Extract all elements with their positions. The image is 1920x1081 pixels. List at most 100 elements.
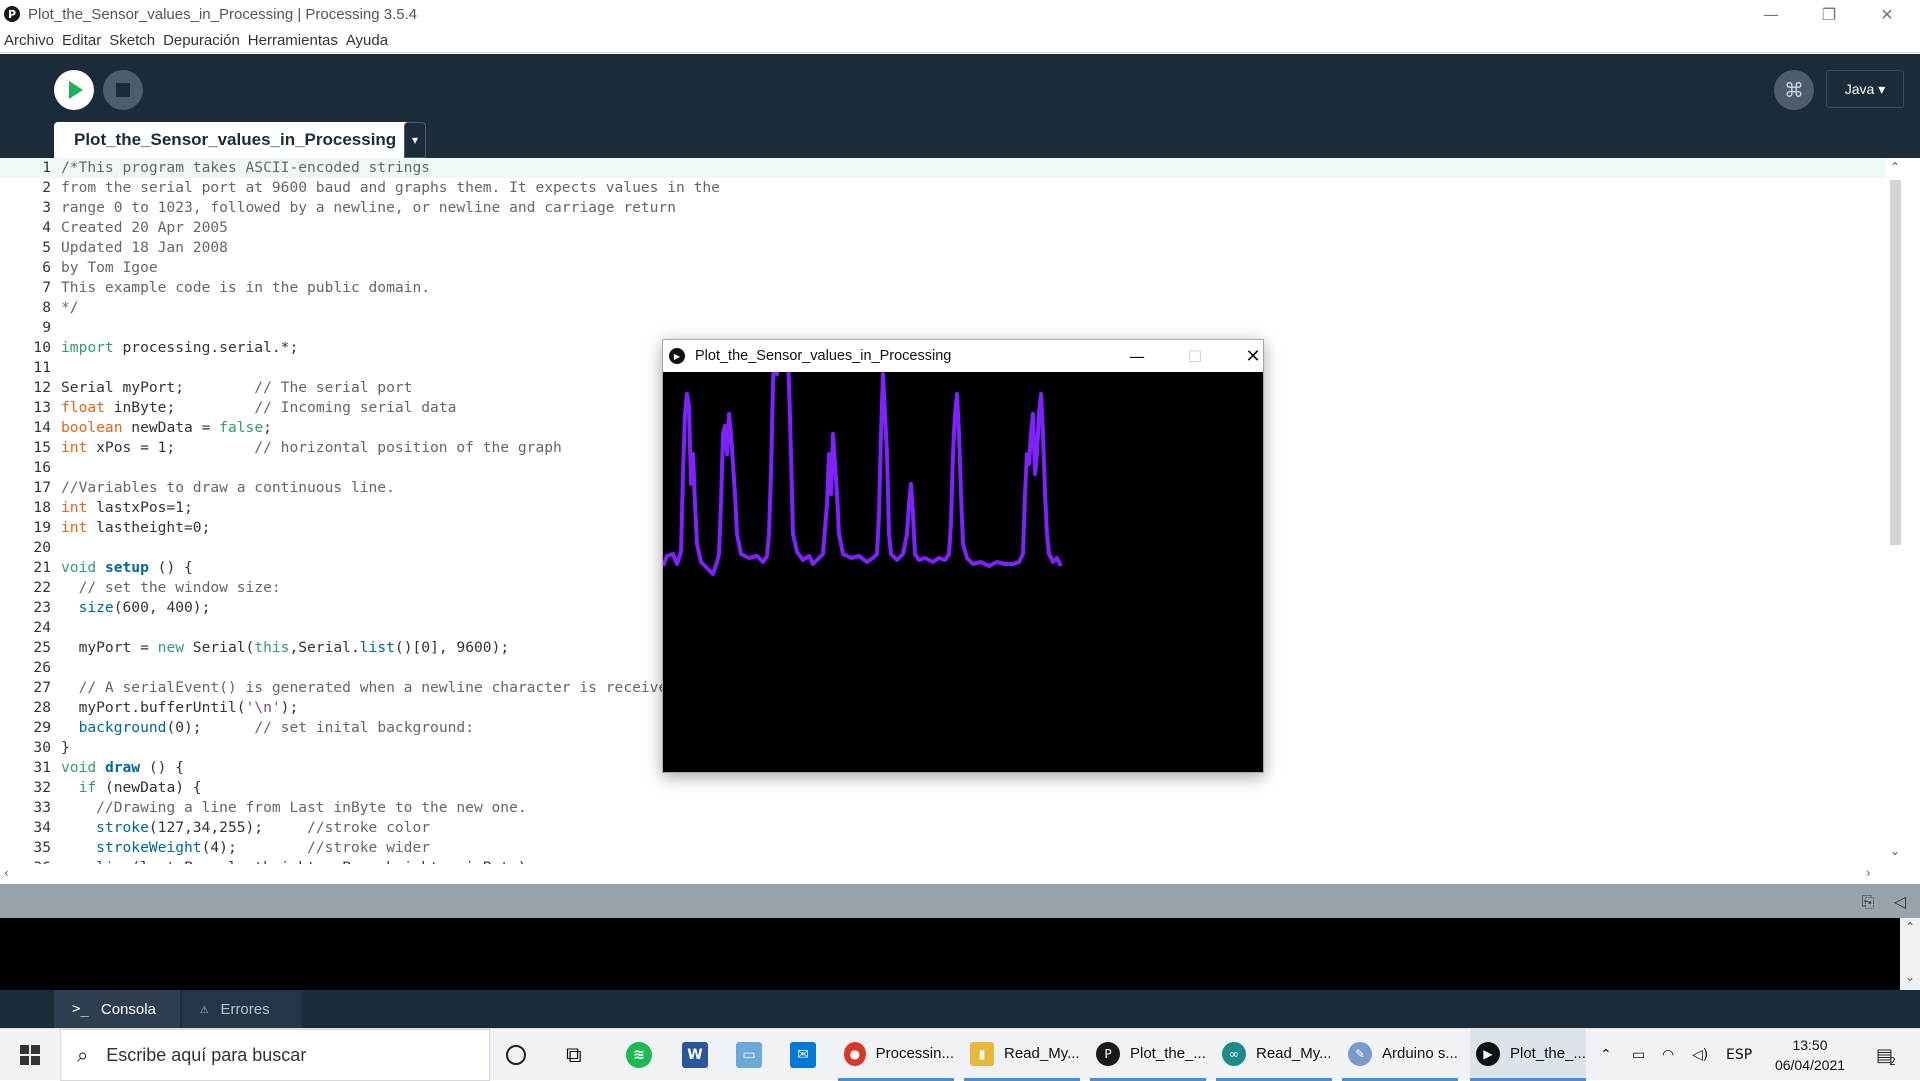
code-line[interactable]: 33 //Drawing a line from Last inByte to … <box>0 798 1886 818</box>
tab-menu-button[interactable]: ▾ <box>404 122 426 158</box>
menu-depuracion[interactable]: Depuración <box>159 32 244 49</box>
taskbar-search[interactable]: ⌕ Escribe aquí para buscar <box>60 1029 490 1081</box>
code-token: ; <box>263 419 272 436</box>
mail-icon[interactable]: ✉ <box>790 1029 816 1081</box>
code-token: int <box>61 439 88 456</box>
scroll-up-icon[interactable]: ⌃ <box>1890 160 1900 174</box>
task-view-icon[interactable]: ⧉ <box>566 1029 582 1081</box>
line-number: 8 <box>42 299 51 316</box>
code-token: lastxPos=1; <box>87 499 193 516</box>
taskbar-app-chrome[interactable]: ● Processin... <box>838 1029 954 1081</box>
code-line[interactable]: 9 <box>0 318 1886 338</box>
clock[interactable]: 13:50 06/04/2021 <box>1760 1035 1860 1075</box>
scroll-right-icon[interactable]: › <box>1866 866 1871 880</box>
scroll-down-icon[interactable]: ⌄ <box>1890 844 1900 858</box>
console-scrollbar[interactable]: ⌃ ⌄ <box>1900 918 1920 990</box>
line-number: 13 <box>33 399 51 416</box>
sketch-maximize-icon: ☐ <box>1187 346 1203 366</box>
code-token: Updated 18 Jan 2008 <box>61 239 228 256</box>
sketch-minimize-icon[interactable]: — <box>1117 340 1157 372</box>
code-token: () { <box>140 759 185 776</box>
console-scroll-up-icon[interactable]: ⌃ <box>1905 920 1915 934</box>
taskbar-app-explorer[interactable]: ▮ Read_My... <box>964 1029 1080 1081</box>
word-icon[interactable]: W <box>682 1029 708 1081</box>
menu-sketch[interactable]: Sketch <box>105 32 159 49</box>
code-token: () { <box>148 559 193 576</box>
folder-icon: ▮ <box>970 1041 994 1066</box>
code-token: background <box>78 719 167 736</box>
code-line[interactable]: 2 from the serial port at 9600 baud and g… <box>0 178 1886 198</box>
code-line[interactable]: 4 Created 20 Apr 2005 <box>0 218 1886 238</box>
menu-archivo[interactable]: Archivo <box>0 32 58 49</box>
minimize-icon[interactable]: — <box>1742 0 1800 28</box>
close-icon[interactable]: ✕ <box>1858 0 1916 28</box>
line-number: 2 <box>42 179 51 196</box>
code-token: //stroke color <box>307 819 431 836</box>
code-line[interactable]: 1 /*This program takes ASCII-encoded stri… <box>0 158 1886 178</box>
taskbar-app-sketch[interactable]: ▶ Plot_the_... <box>1470 1029 1586 1081</box>
scroll-left-icon[interactable]: ‹ <box>4 866 9 880</box>
code-token: if <box>78 779 97 796</box>
line-number: 21 <box>33 559 51 576</box>
editor-horizontal-scrollbar[interactable]: ‹ › <box>0 864 1904 884</box>
line-number: 10 <box>33 339 51 356</box>
wifi-icon[interactable]: ◠ <box>1662 1029 1674 1081</box>
code-line[interactable]: 8 */ <box>0 298 1886 318</box>
chrome-icon: ● <box>844 1041 866 1066</box>
stop-button[interactable] <box>103 70 143 110</box>
code-token: void <box>61 559 97 576</box>
menu-ayuda[interactable]: Ayuda <box>342 32 392 49</box>
menu-editar[interactable]: Editar <box>58 32 105 49</box>
taskbar-app-processing[interactable]: P Plot_the_... <box>1090 1029 1206 1081</box>
code-line[interactable]: 34 stroke(127,34,255); //stroke color <box>0 818 1886 838</box>
code-line[interactable]: 32 if (newData) { <box>0 778 1886 798</box>
battery-icon[interactable]: ▭ <box>1632 1029 1645 1081</box>
sketch-titlebar[interactable]: ▶ Plot_the_Sensor_values_in_Processing —… <box>663 340 1263 372</box>
copy-icon[interactable]: ⎘ <box>1862 892 1875 911</box>
console-scroll-down-icon[interactable]: ⌄ <box>1905 970 1915 984</box>
scroll-thumb[interactable] <box>1890 180 1901 545</box>
code-line[interactable]: 6 by Tom Igoe <box>0 258 1886 278</box>
line-number: 18 <box>33 499 51 516</box>
sketch-canvas[interactable] <box>661 312 1263 772</box>
code-token: // A serialEvent() is generated when a n… <box>61 679 694 696</box>
menu-herramientas[interactable]: Herramientas <box>244 32 342 49</box>
tab-errors[interactable]: ⚠ Errores <box>182 990 302 1028</box>
taskbar-app-label: Processin... <box>875 1045 954 1062</box>
show-hidden-icons[interactable]: ⌃ <box>1600 1029 1612 1081</box>
editor-vertical-scrollbar[interactable]: ⌃ ⌄ <box>1886 158 1904 864</box>
code-line[interactable]: 35 strokeWeight(4); //stroke wider <box>0 838 1886 858</box>
tab-sketch[interactable]: Plot_the_Sensor_values_in_Processing <box>54 122 417 158</box>
code-line[interactable]: 5 Updated 18 Jan 2008 <box>0 238 1886 258</box>
tab-errors-label: Errores <box>220 1000 270 1018</box>
restore-icon[interactable]: ❐ <box>1800 0 1858 28</box>
files-icon[interactable]: ▭ <box>736 1029 762 1081</box>
run-button[interactable] <box>54 70 94 110</box>
code-token: int <box>61 519 88 536</box>
sensor-plot <box>661 312 1063 576</box>
clock-date: 06/04/2021 <box>1774 1057 1846 1073</box>
terminal-icon: >_ <box>72 1001 89 1017</box>
cortana-icon[interactable] <box>506 1029 526 1081</box>
taskbar-app-paint[interactable]: ✎ Arduino s... <box>1342 1029 1458 1081</box>
taskbar: ⌕ Escribe aquí para buscar ⧉ ≋ W ▭ ✉ ● P… <box>0 1028 1920 1081</box>
volume-icon[interactable]: ◁) <box>1692 1029 1708 1081</box>
notification-center-button[interactable]: ▤ 2 <box>1868 1039 1904 1071</box>
debug-button[interactable]: ⌘ <box>1774 70 1814 110</box>
code-token: //stroke wider <box>307 839 431 856</box>
collapse-icon[interactable]: ◁ <box>1894 892 1906 911</box>
spotify-icon[interactable]: ≋ <box>626 1029 652 1081</box>
start-button[interactable] <box>0 1029 60 1081</box>
mode-selector[interactable]: Java ▾ <box>1826 70 1904 108</box>
warning-icon: ⚠ <box>200 1001 209 1017</box>
language-indicator[interactable]: ESP <box>1726 1029 1752 1081</box>
code-line[interactable]: 3 range 0 to 1023, followed by a newline,… <box>0 198 1886 218</box>
taskbar-app-arduino[interactable]: ∞ Read_My... <box>1216 1029 1332 1081</box>
sketch-close-icon[interactable]: ✕ <box>1233 340 1273 372</box>
tab-console[interactable]: >_ Consola <box>54 990 180 1028</box>
sketch-app-icon: ▶ <box>1476 1041 1500 1066</box>
code-line[interactable]: 7 This example code is in the public doma… <box>0 278 1886 298</box>
line-number: 29 <box>33 719 51 736</box>
console-output[interactable] <box>0 918 1900 990</box>
